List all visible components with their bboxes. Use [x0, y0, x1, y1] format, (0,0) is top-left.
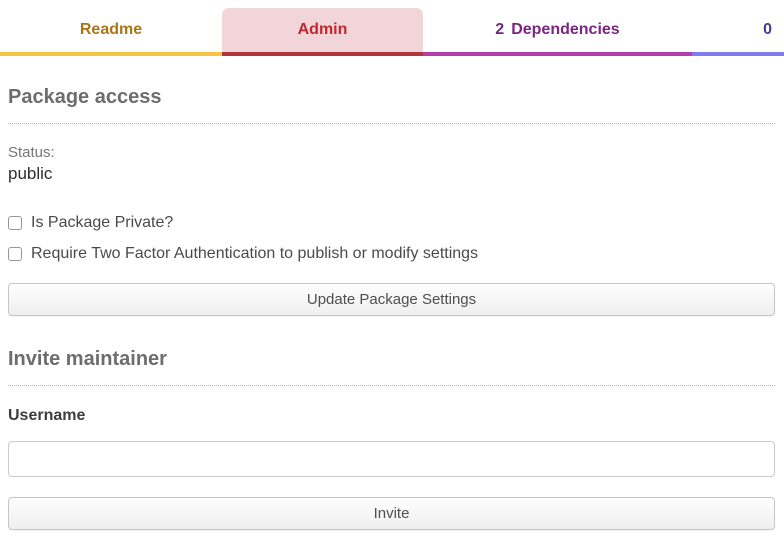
package-access-title: Package access — [8, 86, 775, 124]
tab-dependencies[interactable]: 2 Dependencies — [423, 8, 692, 56]
package-settings-checkboxes: Is Package Private? Require Two Factor A… — [8, 214, 775, 263]
username-input[interactable] — [8, 441, 775, 477]
invite-button[interactable]: Invite — [8, 497, 775, 530]
is-package-private-label[interactable]: Is Package Private? — [31, 214, 173, 232]
is-package-private-checkbox[interactable] — [8, 216, 22, 230]
status-label: Status: — [8, 144, 775, 161]
package-tabbar: Readme Admin 2 Dependencies 0 — [0, 0, 784, 56]
tab-dependencies-count: 2 — [495, 21, 504, 39]
username-label: Username — [8, 407, 775, 425]
tab-dependencies-label: Dependencies — [511, 21, 619, 39]
tab-admin[interactable]: Admin — [222, 8, 423, 56]
tab-dependents[interactable]: 0 — [692, 8, 784, 56]
invite-maintainer-section: Invite maintainer Username Invite — [8, 348, 775, 530]
checkbox-row-private: Is Package Private? — [8, 214, 775, 232]
invite-maintainer-title: Invite maintainer — [8, 348, 775, 386]
update-package-settings-button[interactable]: Update Package Settings — [8, 283, 775, 316]
tab-admin-label: Admin — [298, 21, 348, 39]
tab-readme[interactable]: Readme — [0, 8, 222, 56]
require-2fa-label[interactable]: Require Two Factor Authentication to pub… — [31, 245, 478, 263]
package-access-section: Package access Status: public Is Package… — [8, 86, 775, 316]
tab-dependents-count: 0 — [763, 21, 772, 39]
admin-panel: Package access Status: public Is Package… — [0, 86, 784, 530]
tab-readme-label: Readme — [80, 21, 142, 39]
status-value: public — [8, 164, 775, 184]
require-2fa-checkbox[interactable] — [8, 247, 22, 261]
checkbox-row-2fa: Require Two Factor Authentication to pub… — [8, 245, 775, 263]
